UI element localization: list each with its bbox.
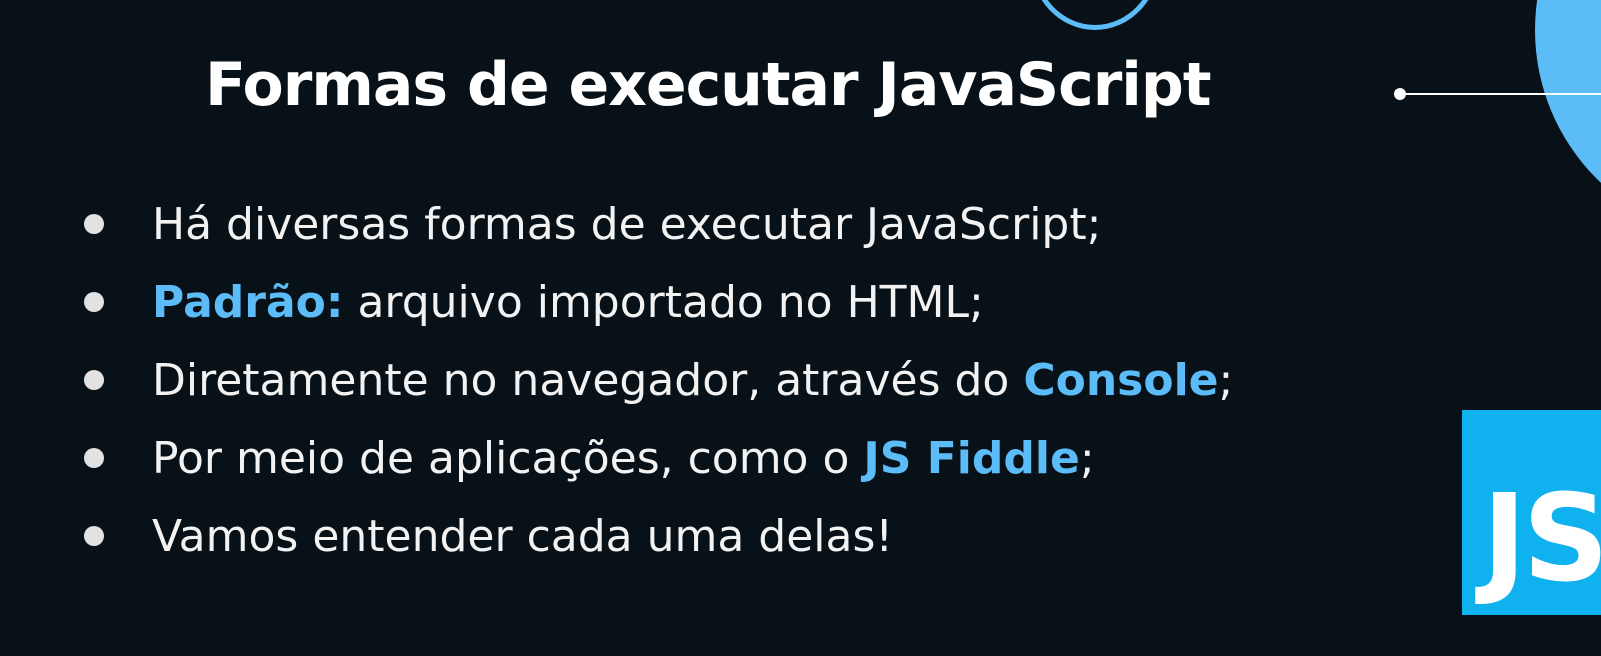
bullet-dot: [84, 214, 104, 234]
bullet-text: Por meio de aplicações, como o JS Fiddle…: [152, 432, 1095, 484]
bullet-dot: [84, 292, 104, 312]
decorative-line: [1401, 93, 1601, 95]
bullet-item: Diretamente no navegador, através do Con…: [80, 341, 1233, 419]
bullet-text: Há diversas formas de executar JavaScrip…: [152, 198, 1102, 250]
bullet-item: Há diversas formas de executar JavaScrip…: [80, 185, 1233, 263]
javascript-logo-text: JS: [1482, 470, 1601, 609]
bullet-text: Vamos entender cada uma delas!: [152, 510, 894, 562]
bullet-text: Padrão: arquivo importado no HTML;: [152, 276, 984, 328]
slide-title: Formas de executar JavaScript: [205, 50, 1212, 120]
bullet-item: Vamos entender cada uma delas!: [80, 497, 1233, 575]
slide: Formas de executar JavaScript Há diversa…: [0, 0, 1601, 656]
bullet-dot: [84, 448, 104, 468]
bullet-item: Padrão: arquivo importado no HTML;: [80, 263, 1233, 341]
bullet-list: Há diversas formas de executar JavaScrip…: [80, 185, 1233, 575]
decorative-ring: [1030, 0, 1160, 30]
bullet-dot: [84, 370, 104, 390]
decorative-circle: [1535, 0, 1601, 240]
decorative-node: [1394, 88, 1406, 100]
javascript-logo: JS: [1462, 410, 1601, 615]
bullet-item: Por meio de aplicações, como o JS Fiddle…: [80, 419, 1233, 497]
bullet-text: Diretamente no navegador, através do Con…: [152, 354, 1234, 406]
bullet-dot: [84, 526, 104, 546]
